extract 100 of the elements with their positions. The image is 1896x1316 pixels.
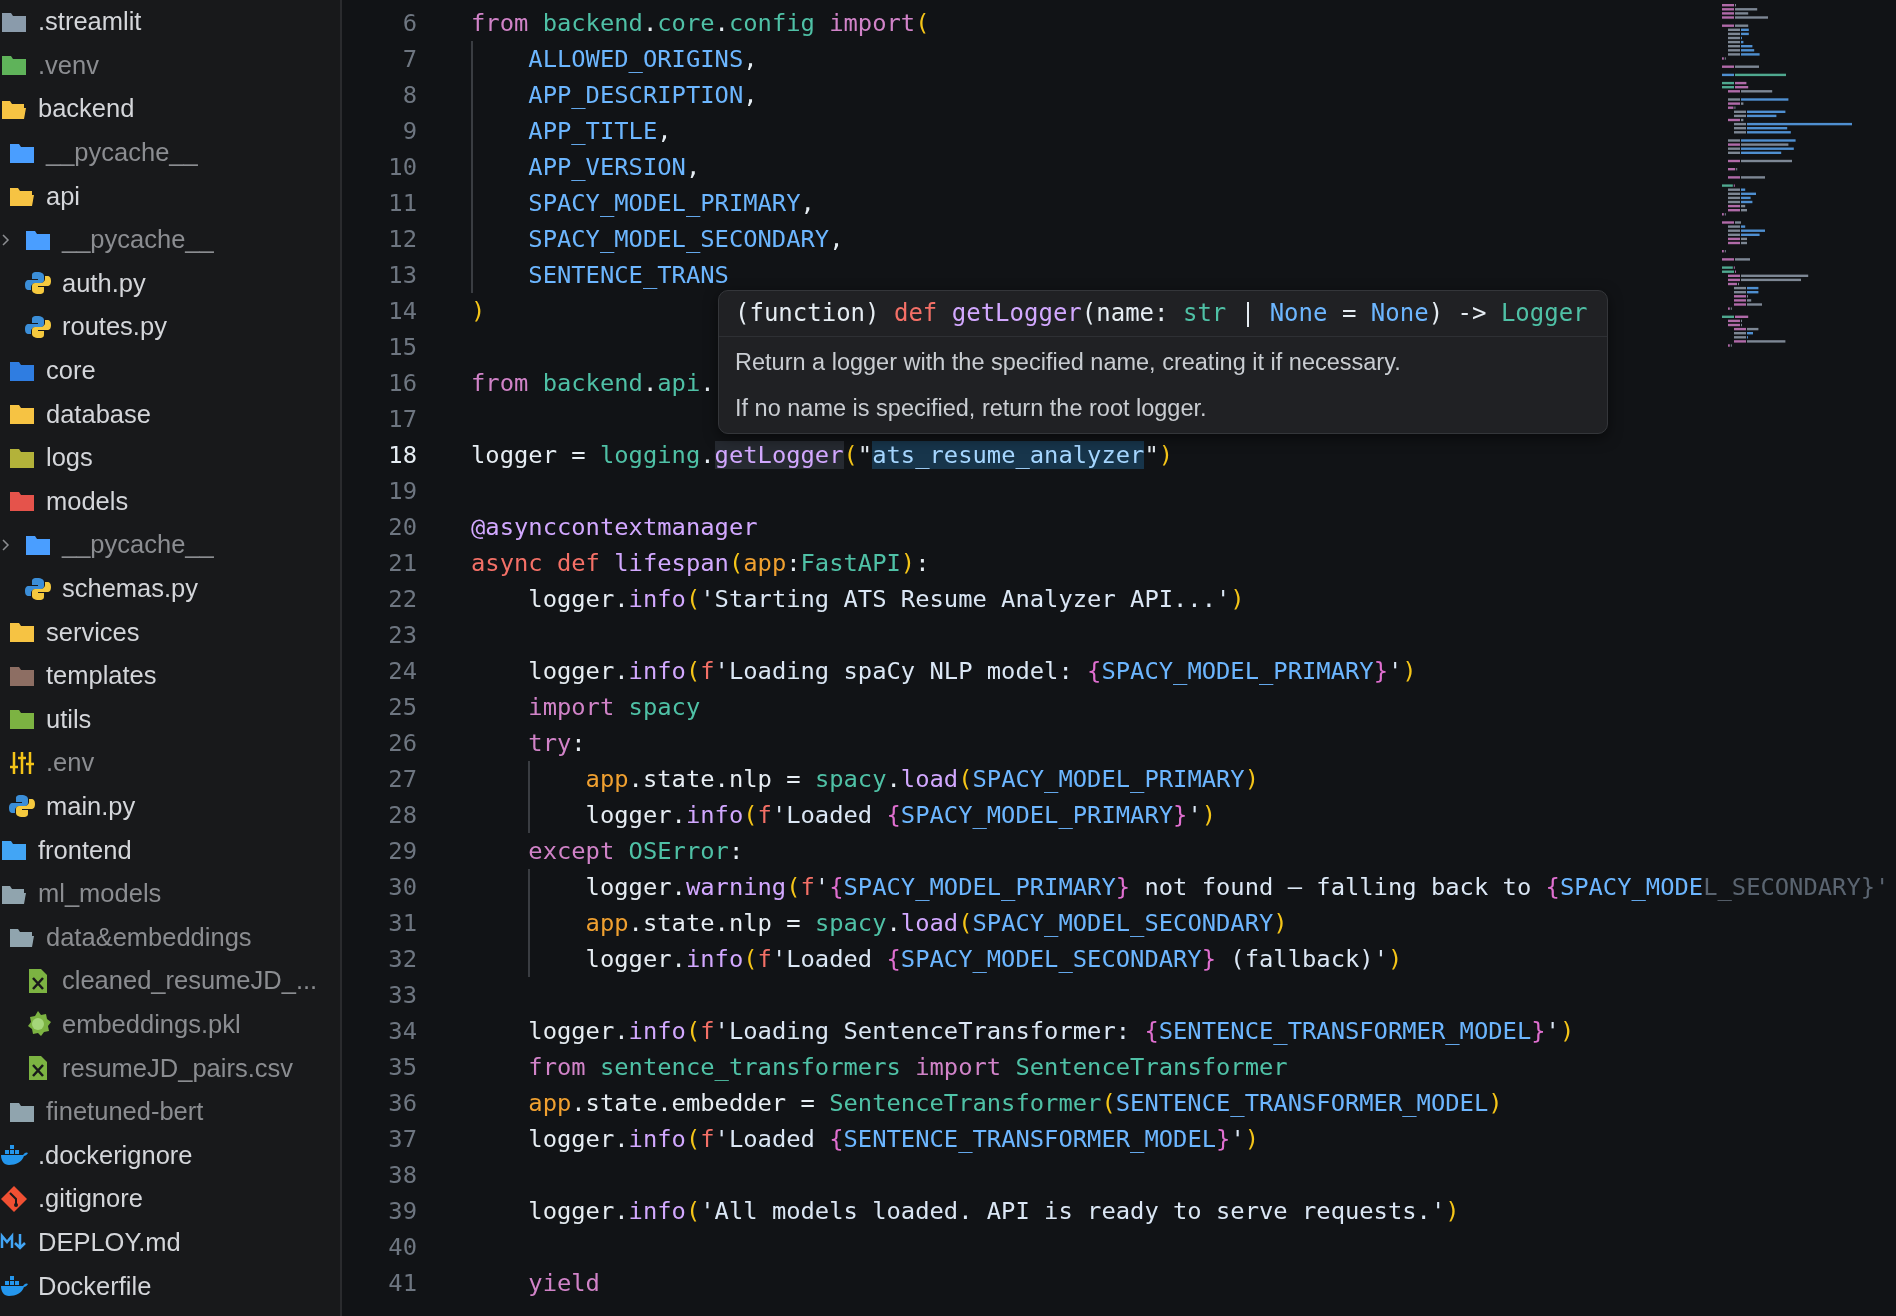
code-line: app.state.nlp = spacy.load(SPACY_MODEL_PRIMARY)	[471, 761, 1260, 797]
line-number: 22	[387, 585, 417, 613]
line-number: 40	[387, 1233, 417, 1261]
code-line: async def lifespan(app:FastAPI):	[471, 548, 930, 579]
tree-item[interactable]: logs	[0, 435, 340, 480]
code-line: import spacy	[527, 692, 701, 723]
tree-item[interactable]: ml_models	[0, 871, 340, 916]
code-line: logger.info(f'Loaded {SPACY_MODEL_SECONDARY} (fallback)')	[471, 941, 1403, 977]
line-number: 27	[387, 765, 417, 793]
tree-item[interactable]: api	[0, 174, 340, 218]
line-number: 29	[387, 837, 417, 865]
code-line: logger.warning(f'{SPACY_MODEL_PRIMARY} not found — falling back to {SPACY_MODEL_SECONDARY}'	[471, 869, 1890, 905]
code-line: ALLOWED_ORIGINS,	[471, 41, 758, 77]
tree-item[interactable]: data&embeddings	[0, 915, 340, 960]
tooltip-description: If no name is specified, return the root logger.	[734, 394, 1208, 423]
tree-item[interactable]: .dockerignore	[0, 1133, 340, 1178]
line-number: 20	[387, 513, 417, 541]
code-line: logger.info(f'Loaded {SPACY_MODEL_PRIMARY}')	[471, 797, 1217, 833]
line-number: 7	[401, 45, 417, 73]
tree-item[interactable]: auth.py	[0, 261, 340, 306]
tree-item[interactable]: resumeJD_pairs.csv	[0, 1046, 340, 1090]
line-number: 38	[387, 1161, 417, 1189]
tree-item[interactable]: .venv	[0, 43, 340, 88]
tree-item[interactable]: backend	[0, 87, 340, 131]
code-line: app.state.embedder = SentenceTransformer(SENTENCE_TRANSFORMER_MODEL)	[527, 1088, 1503, 1119]
code-line: )	[471, 296, 486, 327]
tree-item[interactable]: .env	[0, 741, 340, 785]
tree-item[interactable]: templates	[0, 653, 340, 698]
tree-item[interactable]: __pycache__	[0, 217, 340, 262]
line-number: 26	[387, 729, 417, 757]
line-number: 17	[387, 405, 417, 433]
tree-item[interactable]: routes.py	[0, 305, 340, 349]
tree-item[interactable]: models	[0, 479, 340, 524]
line-number: 21	[387, 549, 417, 577]
code-line: SENTENCE_TRANS	[471, 257, 729, 293]
tree-item[interactable]: embeddings.pkl	[0, 1002, 340, 1047]
line-number: 36	[387, 1089, 417, 1117]
tree-item[interactable]: __pycache__	[0, 130, 340, 175]
tooltip-description: Return a logger with the specified name, creating it if necessary.	[734, 348, 1402, 377]
line-number: 33	[387, 981, 417, 1009]
code-line: APP_TITLE,	[471, 113, 672, 149]
tree-item[interactable]: core	[0, 348, 340, 393]
code-line: from sentence_transformers import SentenceTransformer	[527, 1052, 1288, 1083]
code-line: logger.info('Starting ATS Resume Analyzer API...')	[527, 584, 1245, 615]
code-line: logger = logging.getLogger("ats_resume_analyzer")	[471, 440, 1174, 471]
tree-item[interactable]: schemas.py	[0, 566, 340, 611]
tree-item[interactable]: utils	[0, 697, 340, 742]
tree-item[interactable]: frontend	[0, 828, 340, 872]
line-number: 34	[387, 1017, 417, 1045]
line-number: 10	[387, 153, 417, 181]
line-number: 28	[387, 801, 417, 829]
line-number: 13	[387, 261, 417, 289]
line-number: 18	[387, 441, 417, 469]
code-line: APP_VERSION,	[471, 149, 701, 185]
line-number: 11	[387, 189, 417, 217]
tree-item[interactable]: __pycache__	[0, 523, 340, 567]
code-line: SPACY_MODEL_PRIMARY,	[471, 185, 815, 221]
code-line: yield	[527, 1268, 600, 1299]
tree-item[interactable]: cleaned_resumeJD_...	[0, 959, 340, 1003]
code-line: from backend.core.config import(	[471, 8, 930, 39]
code-line: SPACY_MODEL_SECONDARY,	[471, 221, 844, 257]
line-number: 25	[387, 693, 417, 721]
line-number: 41	[387, 1269, 417, 1297]
tree-item[interactable]: main.py	[0, 784, 340, 829]
tooltip-signature: (function) def getLogger(name: str | None = None) -> Logger	[719, 291, 1607, 337]
code-line: from backend.api.	[471, 368, 715, 399]
tree-item[interactable]: DEPLOY.md	[0, 1220, 340, 1265]
tree-item[interactable]: database	[0, 392, 340, 436]
line-number: 24	[387, 657, 417, 685]
tree-item[interactable]: services	[0, 610, 340, 654]
tree-item[interactable]: finetuned-bert	[0, 1089, 340, 1134]
code-line: logger.info(f'Loaded {SENTENCE_TRANSFORMER_MODEL}')	[527, 1124, 1260, 1155]
line-number: 9	[401, 117, 417, 145]
code-line: try:	[527, 728, 586, 759]
code-line: APP_DESCRIPTION,	[471, 77, 758, 113]
line-number: 14	[387, 297, 417, 325]
tree-item[interactable]: Dockerfile	[0, 1264, 340, 1308]
code-line: logger.info(f'Loading SentenceTransformer: {SENTENCE_TRANSFORMER_MODEL}')	[527, 1016, 1575, 1047]
tree-item[interactable]: .gitignore	[0, 1177, 340, 1221]
line-number: 37	[387, 1125, 417, 1153]
line-number: 12	[387, 225, 417, 253]
line-number: 39	[387, 1197, 417, 1225]
line-number: 23	[387, 621, 417, 649]
line-number: 30	[387, 873, 417, 901]
code-line: app.state.nlp = spacy.load(SPACY_MODEL_SECONDARY)	[471, 905, 1288, 941]
line-number: 32	[387, 945, 417, 973]
code-line: @asynccontextmanager	[471, 512, 758, 543]
chevron-icon[interactable]	[1, 233, 10, 246]
line-number: 31	[387, 909, 417, 937]
line-number: 6	[401, 9, 417, 37]
line-number: 8	[401, 81, 417, 109]
tree-item[interactable]: .streamlit	[0, 0, 340, 44]
line-number: 19	[387, 477, 417, 505]
line-number: 15	[387, 333, 417, 361]
line-number: 16	[387, 369, 417, 397]
code-line: except OSError:	[527, 836, 744, 867]
code-line: logger.info(f'Loading spaCy NLP model: {SPACY_MODEL_PRIMARY}')	[527, 656, 1417, 687]
code-line: logger.info('All models loaded. API is ready to serve requests.')	[527, 1196, 1460, 1227]
line-number: 35	[387, 1053, 417, 1081]
chevron-icon[interactable]	[1, 539, 10, 552]
